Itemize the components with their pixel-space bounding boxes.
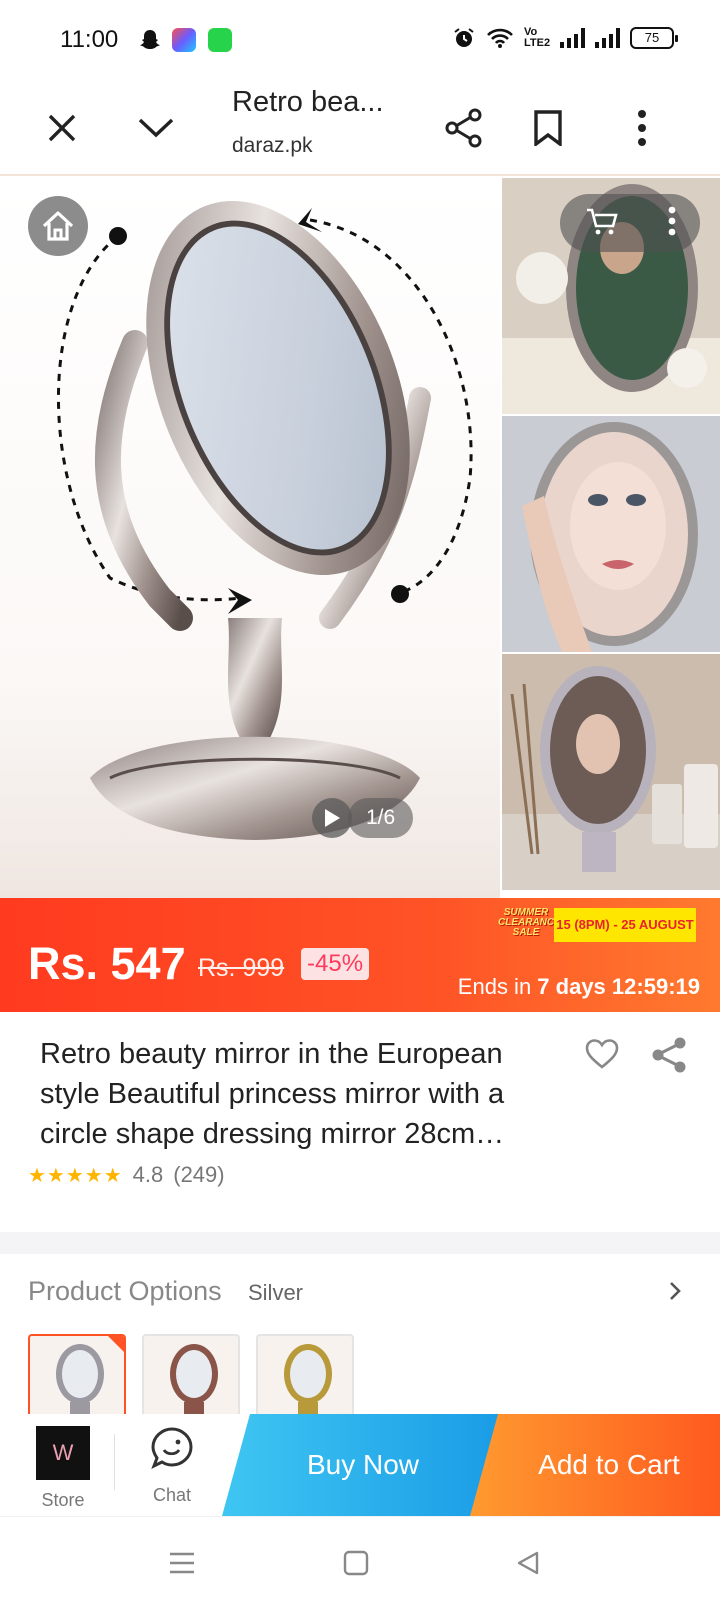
product-gallery: 1/6 [0, 178, 720, 898]
chat-button[interactable]: Chat [144, 1426, 200, 1506]
swatch-image [170, 1344, 218, 1422]
countdown-days: 7 days [537, 974, 606, 999]
share-product-button[interactable] [650, 1036, 688, 1079]
chevron-right-icon[interactable] [668, 1280, 682, 1307]
more-vertical-icon [668, 206, 675, 235]
bookmark-button[interactable] [518, 98, 578, 158]
play-button[interactable] [312, 798, 352, 838]
bottom-action-bar: W Store Chat Buy Now Add to Cart [0, 1414, 720, 1516]
option-swatch-rose[interactable] [142, 1334, 240, 1424]
option-swatch-silver[interactable] [28, 1334, 126, 1424]
square-icon [343, 1550, 369, 1576]
more-vertical-icon [638, 110, 646, 146]
product-rating[interactable]: ★★★★★ 4.8 (249) [28, 1162, 225, 1188]
add-to-cart-button[interactable]: Add to Cart [470, 1414, 720, 1516]
original-price: Rs. 999 [198, 954, 285, 982]
selected-option: Silver [248, 1280, 304, 1305]
buy-now-button[interactable]: Buy Now [222, 1414, 504, 1516]
store-label: Store [41, 1490, 85, 1510]
wishlist-button[interactable] [584, 1038, 620, 1075]
store-button[interactable]: W Store [34, 1426, 92, 1511]
countdown: Ends in 7 days 12:59:19 [458, 974, 700, 1000]
collapse-button[interactable] [126, 98, 186, 158]
price-banner: SUMMER CLEARANCE SALE 15 (8PM) - 25 AUGU… [0, 898, 720, 1012]
signal-icon [595, 28, 620, 48]
mirror-illustration [56, 200, 473, 840]
status-bar: 11:00 Vo LTE2 75 [0, 0, 720, 80]
close-icon [48, 114, 76, 142]
snapchat-icon [138, 28, 162, 52]
more-button[interactable] [668, 206, 676, 241]
share-button[interactable] [434, 98, 494, 158]
product-info: Retro beauty mirror in the European styl… [0, 1012, 720, 1232]
sale-campaign-logo: SUMMER CLEARANCE SALE [498, 908, 561, 938]
wifi-icon [487, 28, 513, 48]
home-icon [42, 211, 74, 241]
product-options[interactable]: Product Options Silver [0, 1254, 720, 1424]
menu-nav-button[interactable] [162, 1543, 202, 1583]
thumbnail-image [502, 654, 720, 890]
signal-icon [560, 28, 585, 48]
star-rating-icon: ★★★★★ [28, 1164, 123, 1187]
swatch-image [284, 1344, 332, 1422]
rating-value: 4.8 [132, 1162, 164, 1187]
sale-dates: 15 (8PM) - 25 AUGUST [554, 908, 696, 942]
chat-icon [151, 1427, 193, 1470]
current-price: Rs. 547 [28, 938, 186, 989]
store-logo: W [36, 1426, 90, 1480]
back-nav-button[interactable] [508, 1543, 548, 1583]
page-title[interactable]: Retro bea... [232, 86, 384, 119]
product-title: Retro beauty mirror in the European styl… [40, 1038, 505, 1150]
close-button[interactable] [32, 98, 92, 158]
option-swatch-gold[interactable] [256, 1334, 354, 1424]
cart-button[interactable] [585, 206, 619, 241]
app-icon [208, 28, 232, 52]
app-icon [172, 28, 196, 52]
browser-toolbar: Retro bea... daraz.pk [0, 80, 720, 176]
section-divider [0, 1232, 720, 1254]
gallery-thumbnail[interactable] [502, 416, 720, 652]
image-counter: 1/6 [312, 798, 414, 838]
status-time: 11:00 [60, 26, 119, 53]
home-button[interactable] [28, 196, 88, 256]
divider [114, 1434, 115, 1490]
system-nav-bar [0, 1516, 720, 1604]
discount-badge: -45% [301, 948, 370, 980]
play-icon [325, 809, 340, 827]
page-domain[interactable]: daraz.pk [232, 134, 313, 158]
home-nav-button[interactable] [336, 1543, 376, 1583]
thumbnail-image [502, 416, 720, 652]
main-product-image[interactable] [0, 178, 500, 898]
network-label: Vo LTE2 [524, 26, 551, 49]
review-count: (249) [173, 1162, 225, 1187]
more-button[interactable] [612, 98, 672, 158]
share-icon [445, 108, 482, 148]
chevron-down-icon [138, 118, 174, 138]
cart-icon [586, 208, 618, 234]
heart-icon [585, 1039, 619, 1069]
alarm-icon [454, 28, 474, 47]
menu-icon [170, 1552, 194, 1574]
sale-logo-line: SALE [512, 927, 540, 938]
image-counter-text: 1/6 [348, 798, 414, 838]
options-title: Product Options [28, 1276, 222, 1306]
chat-label: Chat [152, 1485, 192, 1505]
battery-icon: 75 [630, 27, 678, 49]
share-icon [652, 1037, 686, 1073]
swatch-image [56, 1336, 124, 1422]
gallery-thumbnail[interactable] [502, 654, 720, 890]
countdown-prefix: Ends in [457, 974, 538, 999]
back-icon [517, 1551, 539, 1575]
bookmark-icon [534, 110, 562, 146]
battery-level: 75 [644, 30, 660, 45]
gallery-actions [560, 194, 700, 252]
countdown-time: 12:59:19 [611, 974, 700, 999]
